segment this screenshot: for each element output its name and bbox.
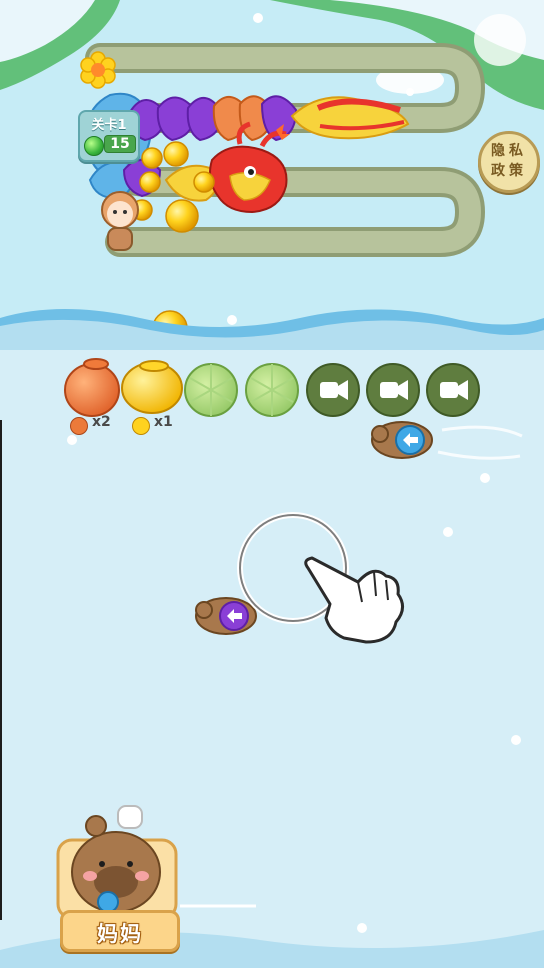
video-camera-icon bbox=[440, 380, 468, 400]
slot-video-3[interactable] bbox=[426, 363, 480, 417]
orange-pot-small-icon bbox=[70, 417, 88, 435]
video-camera-icon bbox=[320, 380, 348, 400]
slot-lily-pad-1[interactable] bbox=[184, 363, 238, 417]
level-label: 关卡1 bbox=[91, 118, 127, 133]
gem-count: 15 bbox=[104, 135, 136, 153]
privacy-label-line1: 隐私 bbox=[491, 143, 527, 159]
privacy-label-line2: 政策 bbox=[491, 163, 527, 179]
slot-video-1[interactable] bbox=[306, 363, 360, 417]
character-name: 妈妈 bbox=[97, 922, 143, 946]
gold-coin-small-icon bbox=[132, 417, 150, 435]
girl-character bbox=[101, 191, 139, 251]
video-camera-icon bbox=[380, 380, 408, 400]
gold-pot-multiplier: x1 bbox=[154, 414, 173, 430]
privacy-policy-button[interactable]: 隐私 政策 bbox=[478, 131, 540, 193]
level-badge: 关卡1 15 bbox=[78, 110, 140, 162]
green-gem-icon bbox=[84, 136, 104, 156]
orange-pot-multiplier: x2 bbox=[92, 414, 111, 430]
capybara-boat-purple[interactable] bbox=[195, 597, 257, 635]
slot-video-2[interactable] bbox=[366, 363, 420, 417]
slot-lily-pad-2[interactable] bbox=[245, 363, 299, 417]
character-name-plate[interactable]: 妈妈 bbox=[60, 910, 180, 952]
